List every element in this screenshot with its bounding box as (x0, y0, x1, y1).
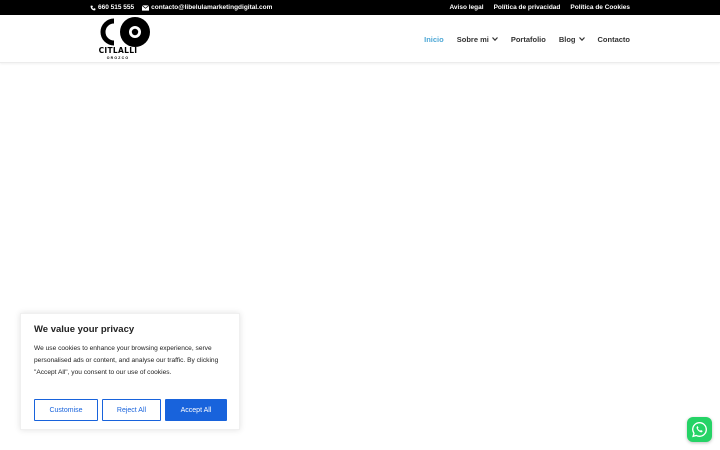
logo-mark-icon (100, 17, 150, 47)
customise-button[interactable]: Customise (34, 399, 98, 421)
whatsapp-icon (692, 422, 707, 438)
logo-subtext: OROZCO (106, 56, 130, 60)
cookie-description: We use cookies to enhance your browsing … (34, 345, 219, 376)
email-link[interactable]: contacto@libelulamarketingdigital.com (142, 4, 272, 11)
privacy-policy-link[interactable]: Política de privacidad (494, 4, 561, 11)
top-bar: 660 515 555 contacto@libelulamarketingdi… (0, 0, 720, 15)
envelope-icon (142, 4, 150, 11)
chevron-down-icon (578, 37, 585, 41)
whatsapp-button[interactable] (687, 417, 712, 442)
nav-item-portafolio[interactable]: Portafolio (511, 35, 546, 44)
nav-item-blog[interactable]: Blog (559, 35, 585, 44)
phone-link[interactable]: 660 515 555 (90, 4, 134, 11)
aviso-legal-link[interactable]: Aviso legal (449, 4, 483, 11)
phone-icon (90, 5, 96, 10)
accept-all-button[interactable]: Accept All (165, 399, 227, 421)
nav-item-label: Inicio (424, 34, 444, 44)
nav-item-label: Portafolio (510, 34, 546, 44)
cookie-consent-banner: We value your privacy We use cookies to … (20, 313, 240, 430)
nav-item-label: Contacto (597, 34, 631, 44)
phone-number: 660 515 555 (98, 4, 135, 11)
contact-info: 660 515 555 contacto@libelulamarketingdi… (90, 0, 272, 15)
reject-all-button[interactable]: Reject All (102, 399, 161, 421)
cookie-title: We value your privacy (34, 324, 135, 335)
nav-item-sobre-mi[interactable]: Sobre mi (457, 35, 498, 44)
logo-text: CITLALLI (98, 46, 138, 55)
cookies-policy-link[interactable]: Política de Cookies (570, 4, 630, 11)
nav-item-contacto[interactable]: Contacto (598, 35, 631, 44)
legal-links: Aviso legal Política de privacidad Polít… (449, 0, 630, 15)
chevron-down-icon (491, 37, 498, 41)
main-nav: Inicio Sobre mi Portafolio Blog Contacto (424, 15, 630, 63)
nav-item-label: Blog (558, 34, 576, 44)
nav-item-inicio[interactable]: Inicio (424, 35, 444, 44)
nav-item-label: Sobre mi (456, 34, 489, 44)
email-address: contacto@libelulamarketingdigital.com (151, 4, 273, 11)
site-logo[interactable]: CITLALLI OROZCO (98, 17, 154, 63)
main-header: CITLALLI OROZCO Inicio Sobre mi Portafol… (0, 15, 720, 63)
